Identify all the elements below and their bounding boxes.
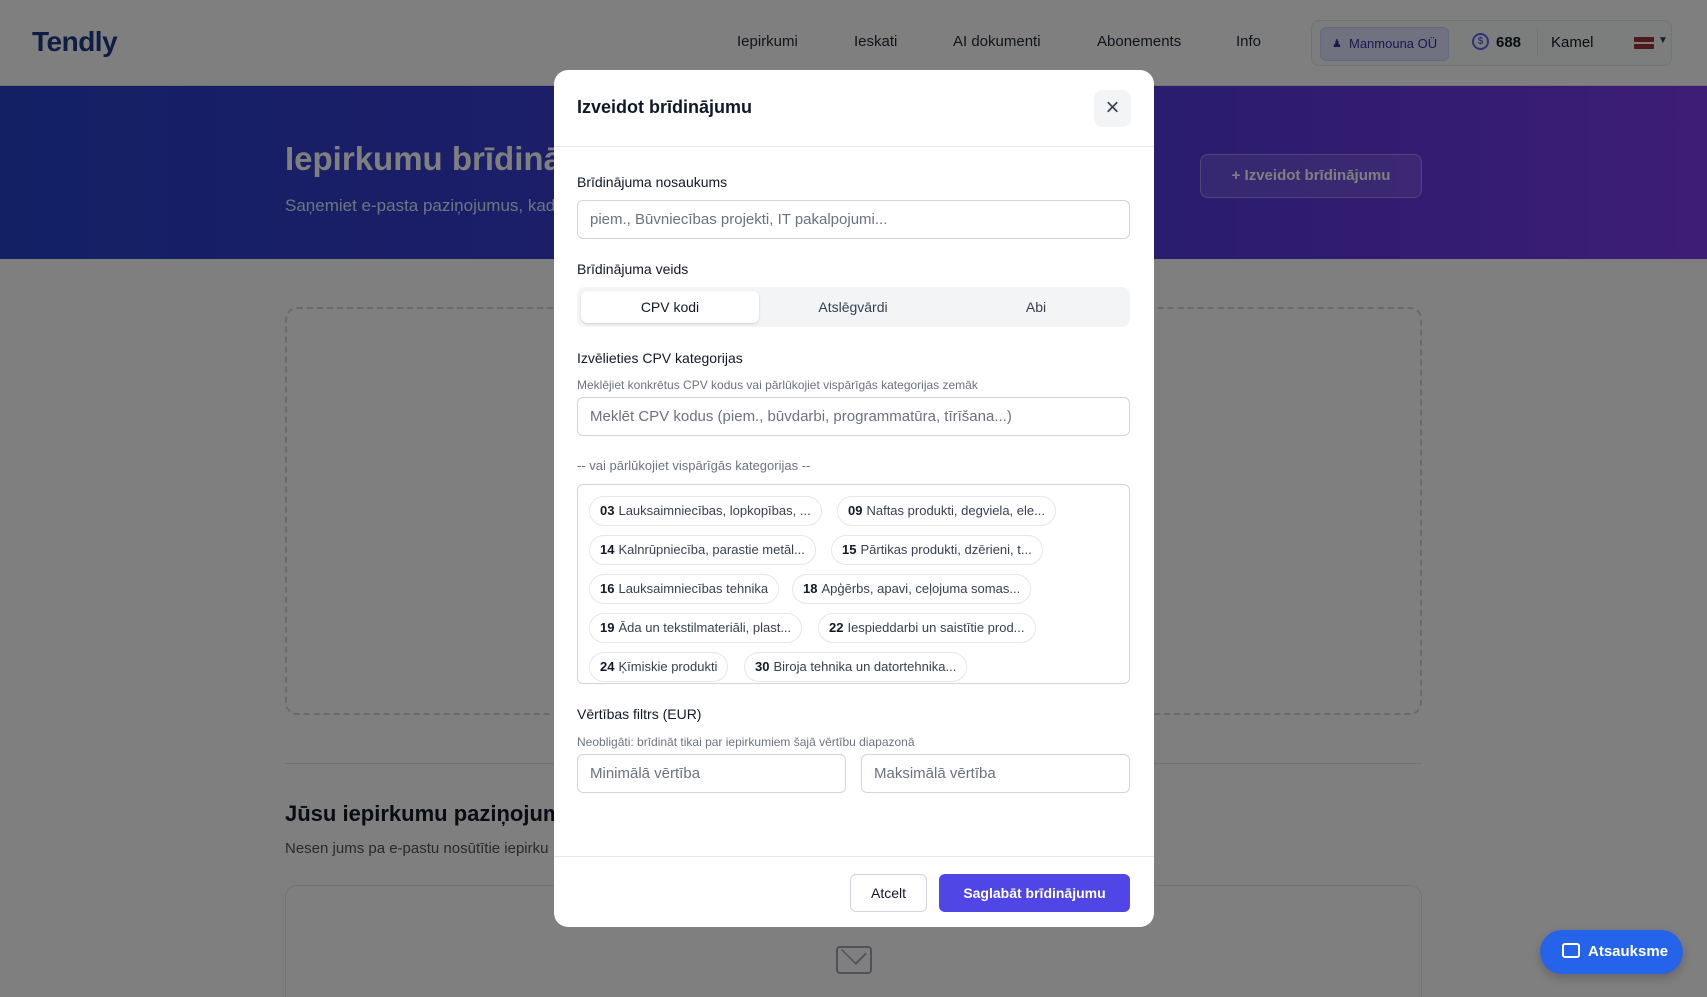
cpv-category-name: Lauksaimniecības tehnika xyxy=(618,581,769,596)
create-alert-modal: Izveidot brīdinājumu × Brīdinājuma nosau… xyxy=(554,70,1154,927)
close-icon[interactable]: × xyxy=(1094,90,1131,127)
alert-name-label: Brīdinājuma nosaukums xyxy=(577,174,728,190)
cancel-button[interactable]: Atcelt xyxy=(850,874,927,912)
alert-type-keywords[interactable]: Atslēgvārdi xyxy=(764,291,942,323)
cpv-category-name: Pārtikas produkti, dzērieni, t... xyxy=(860,542,1032,557)
cpv-category-name: Kalnrūpniecība, parastie metāl... xyxy=(618,542,805,557)
alert-type-label: Brīdinājuma veids xyxy=(577,261,689,277)
cpv-code: 14 xyxy=(600,542,615,557)
cpv-code: 30 xyxy=(755,659,770,674)
alert-type-selector: CPV kodi Atslēgvārdi Abi xyxy=(577,287,1130,327)
cpv-category-name: Naftas produkti, degviela, ele... xyxy=(866,503,1045,518)
cpv-category-chip[interactable]: 14 Kalnrūpniecība, parastie metāl... xyxy=(589,535,816,565)
cpv-category-name: Lauksaimniecības, lopkopības, ... xyxy=(618,503,811,518)
cpv-category-chip[interactable]: 18 Apģērbs, apavi, ceļojuma somas... xyxy=(792,574,1032,604)
cpv-category-list[interactable]: 03 Lauksaimniecības, lopkopības, ... 09 Na… xyxy=(577,484,1130,684)
cpv-category-name: Āda un tekstilmateriāli, plast... xyxy=(618,620,792,635)
cpv-category-chip[interactable]: 24 Ķīmiskie produkti xyxy=(589,652,729,682)
modal-header: Izveidot brīdinājumu × xyxy=(554,70,1154,147)
chat-bubble-icon xyxy=(1562,943,1580,958)
feedback-button[interactable]: Atsauksme xyxy=(1540,930,1683,974)
cpv-category-chip[interactable]: 30 Biroja tehnika un datortehnika... xyxy=(744,652,968,682)
max-value-input[interactable] xyxy=(861,754,1130,793)
cpv-category-name: Apģērbs, apavi, ceļojuma somas... xyxy=(821,581,1021,596)
cpv-code: 19 xyxy=(600,620,615,635)
value-filter-label: Vērtības filtrs (EUR) xyxy=(577,706,702,722)
cpv-code: 15 xyxy=(842,542,857,557)
cpv-category-chip[interactable]: 03 Lauksaimniecības, lopkopības, ... xyxy=(589,496,822,526)
cpv-code: 24 xyxy=(600,659,615,674)
cpv-category-chip[interactable]: 19 Āda un tekstilmateriāli, plast... xyxy=(589,613,803,643)
alert-type-cpv[interactable]: CPV kodi xyxy=(581,291,759,323)
cpv-code: 03 xyxy=(600,503,615,518)
alert-name-input[interactable] xyxy=(577,200,1130,239)
cpv-category-name: Ķīmiskie produkti xyxy=(618,659,718,674)
cpv-label: Izvēlieties CPV kategorijas xyxy=(577,350,743,366)
cpv-hint: Meklējiet konkrētus CPV kodus vai pārlūk… xyxy=(577,378,978,392)
cpv-category-name: Iespieddarbi un saistītie prod... xyxy=(847,620,1025,635)
cpv-category-chip[interactable]: 09 Naftas produkti, degviela, ele... xyxy=(837,496,1056,526)
alert-type-both[interactable]: Abi xyxy=(947,291,1125,323)
cpv-search-input[interactable] xyxy=(577,397,1130,436)
cpv-category-chip[interactable]: 16 Lauksaimniecības tehnika xyxy=(589,574,780,604)
cpv-category-chip[interactable]: 22 Iespieddarbi un saistītie prod... xyxy=(818,613,1036,643)
value-filter-hint: Neobligāti: brīdināt tikai par iepirkumi… xyxy=(577,735,915,749)
cpv-category-chip[interactable]: 15 Pārtikas produkti, dzērieni, t... xyxy=(831,535,1043,565)
modal-title: Izveidot brīdinājumu xyxy=(577,97,753,117)
cpv-code: 18 xyxy=(803,581,818,596)
cpv-code: 16 xyxy=(600,581,615,596)
cpv-code: 09 xyxy=(848,503,863,518)
modal-footer: Atcelt Saglabāt brīdinājumu xyxy=(554,856,1154,927)
min-value-input[interactable] xyxy=(577,754,846,793)
cpv-code: 22 xyxy=(829,620,844,635)
browse-categories-label: -- vai pārlūkojiet vispārīgās kategorija… xyxy=(577,458,811,473)
feedback-label: Atsauksme xyxy=(1588,943,1669,960)
cpv-category-name: Biroja tehnika un datortehnika... xyxy=(773,659,957,674)
save-alert-button[interactable]: Saglabāt brīdinājumu xyxy=(939,874,1130,912)
